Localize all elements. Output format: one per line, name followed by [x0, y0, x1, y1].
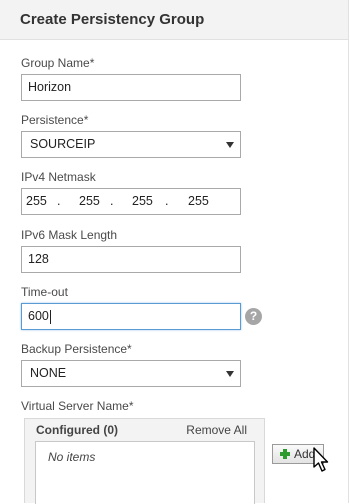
dialog-header: Create Persistency Group — [0, 0, 349, 40]
remove-all-link[interactable]: Remove All — [186, 423, 247, 437]
text-caret — [49, 309, 51, 324]
ipv6-mask-length-label: IPv6 Mask Length — [21, 228, 118, 242]
persistence-value: SOURCEIP — [30, 137, 96, 151]
backup-persistence-value: NONE — [30, 366, 67, 380]
empty-list-text: No items — [48, 450, 96, 464]
dialog-border — [348, 40, 349, 503]
chevron-down-icon — [226, 142, 234, 148]
ipv4-netmask-input: 255 . 255 . 255 . 255 — [21, 188, 241, 215]
mouse-pointer-icon — [313, 447, 329, 472]
group-name-input[interactable]: Horizon — [21, 74, 241, 101]
ipv4-octet-2[interactable]: 255 — [79, 189, 100, 214]
ipv4-netmask-label: IPv4 Netmask — [21, 170, 96, 184]
virtual-server-label: Virtual Server Name* — [21, 399, 134, 413]
ipv4-dot: . — [110, 194, 114, 208]
timeout-value: 600 — [28, 309, 49, 323]
ipv4-dot: . — [57, 194, 61, 208]
ipv4-octet-1[interactable]: 255 — [26, 189, 47, 214]
configured-list[interactable]: No items — [35, 441, 255, 504]
group-name-label: Group Name* — [21, 56, 95, 70]
virtual-server-panel: Configured (0) Remove All No items — [24, 418, 265, 504]
chevron-down-icon — [226, 371, 234, 377]
ipv6-mask-length-value: 128 — [28, 252, 49, 266]
help-icon[interactable]: ? — [245, 308, 262, 325]
persistence-label: Persistence* — [21, 113, 89, 127]
persistence-select[interactable]: SOURCEIP — [21, 131, 241, 158]
ipv4-octet-3[interactable]: 255 — [132, 189, 153, 214]
timeout-input[interactable]: 600 — [21, 303, 241, 330]
dialog-title: Create Persistency Group — [20, 11, 205, 28]
ipv4-dot: . — [165, 194, 169, 208]
group-name-value: Horizon — [28, 80, 72, 94]
backup-persistence-select[interactable]: NONE — [21, 360, 241, 387]
ipv4-octet-4[interactable]: 255 — [188, 189, 209, 214]
backup-persistence-label: Backup Persistence* — [21, 342, 132, 356]
configured-header: Configured (0) — [36, 423, 118, 437]
plus-icon — [280, 449, 290, 459]
timeout-label: Time-out — [21, 285, 68, 299]
ipv6-mask-length-input[interactable]: 128 — [21, 246, 241, 273]
